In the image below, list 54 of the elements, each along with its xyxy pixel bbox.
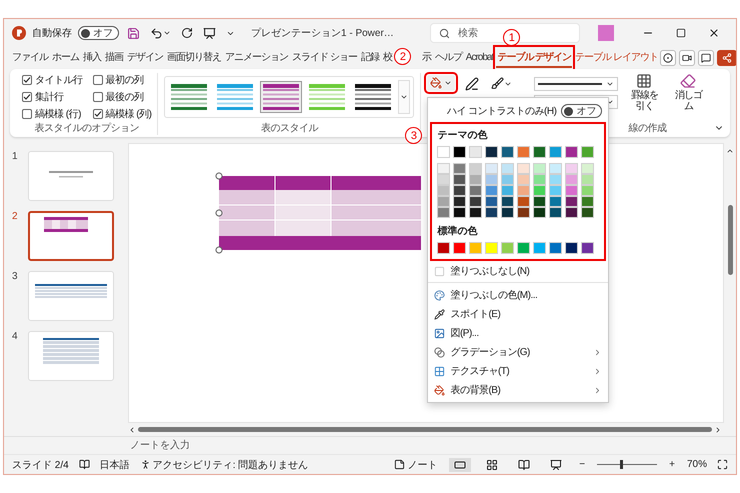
slide-number: 4 [12,331,19,344]
zoom-in-button[interactable]: + [667,457,677,472]
checkbox-label: 集計行 [35,90,64,104]
group-label: 線の作成 [628,122,666,135]
draw-border-button[interactable]: 罫線を引く [626,73,662,112]
ribbon-tab[interactable]: テーブル デザイン [496,48,572,68]
slide-number: 3 [12,271,19,284]
language-label: 日本語 [100,458,130,472]
checkbox-label: 最後の列 [106,91,144,104]
ribbon-tab[interactable]: 校 [382,48,393,68]
menu-item[interactable]: 塗りつぶしの色(M)... [428,285,608,304]
ribbon-tab[interactable]: テーブル レイアウト [574,48,659,68]
ribbon-tab[interactable]: アニメーション [224,48,289,68]
ribbon-tab[interactable]: スライド ショー [291,48,358,68]
ribbon-tab[interactable]: ファイル [11,48,49,68]
checkbox-label: 最初の列 [106,74,144,87]
callout-number: 3 [405,127,422,144]
menu-item[interactable]: 表の背景(B) [428,380,608,399]
menu-item[interactable]: 図(P)... [428,323,608,342]
slide-counter: スライド 2/4 [12,458,69,472]
group-label: 表のスタイル [260,122,320,135]
zoom-out-button[interactable]: − [577,457,588,472]
autosave-label: 自動保存 [32,27,72,40]
autosave-toggle[interactable]: オフ [78,26,119,40]
ribbon-tab[interactable]: 記録 [360,48,380,68]
checkbox-label: 縞模様 (列) [106,108,152,121]
ribbon-tab[interactable]: 挿入 [82,48,102,68]
zoom-level: 70% [686,459,707,470]
section-label: 標準の色 [437,224,478,238]
notes-button[interactable]: ノート [392,456,440,474]
menu-item[interactable]: スポイト(E) [428,304,608,323]
menu-item[interactable]: 塗りつぶしなし(N) [428,261,608,280]
ribbon-tab[interactable]: 示 [420,48,432,68]
ribbon-tab[interactable]: ヘルプ [434,48,463,68]
ribbon-tab[interactable]: デザイン [126,48,164,68]
section-label: テーマの色 [437,128,488,142]
window-title: プレゼンテーション1 - Power… [251,26,394,40]
slide-number: 2 [12,211,19,224]
accessibility-status: アクセシビリティ: 問題ありません [152,458,308,472]
callout-number: 2 [394,48,412,65]
checkbox-label: タイトル行 [35,74,82,87]
ribbon-tab[interactable]: Acrobat [464,50,494,66]
eraser-button[interactable]: 消しゴム [670,73,706,112]
slide-number: 1 [12,151,19,164]
notes-field[interactable]: ノートを入力 [128,439,730,452]
ribbon-tab[interactable]: 画面切り替え [166,48,222,68]
menu-item[interactable]: グラデーション(G) [428,342,608,361]
ribbon-tab[interactable]: 描画 [104,48,124,68]
ribbon-tab[interactable]: ホーム [51,48,80,68]
high-contrast-label: ハイ コントラストのみ(H) [446,105,556,118]
checkbox-label: 縞模様 (行) [35,108,81,121]
group-label: 表スタイルのオプション [33,122,140,135]
menu-item[interactable]: テクスチャ(T) [428,361,608,380]
toggle-switch[interactable]: オフ [561,104,602,118]
